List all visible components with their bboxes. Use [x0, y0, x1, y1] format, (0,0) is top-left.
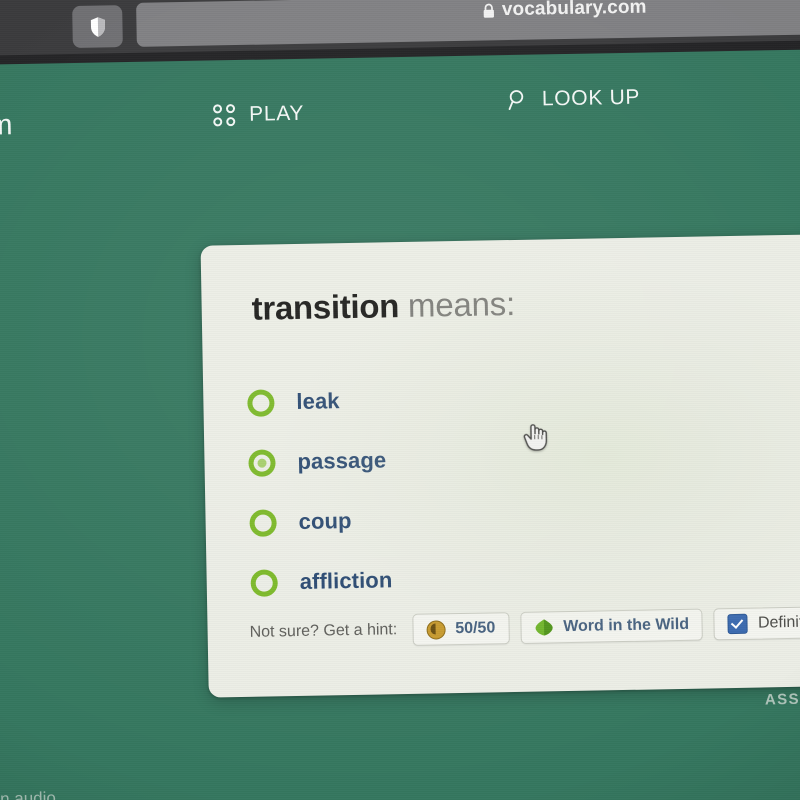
search-icon [508, 90, 524, 111]
browser-chrome: vocabulary.com [0, 0, 800, 65]
hint-label: Not sure? Get a hint: [249, 621, 398, 641]
brand-logo-fragment[interactable]: m [0, 109, 13, 142]
answer-option[interactable]: coup [249, 483, 800, 553]
shield-icon [90, 16, 105, 37]
hint-button-definition[interactable]: Definition [713, 606, 800, 641]
hint-button-label: 50/50 [455, 619, 496, 638]
answer-option-label: affliction [299, 567, 393, 594]
prompt-word: transition [251, 287, 400, 327]
pointing-hand-cursor [523, 424, 548, 451]
hint-bar: Not sure? Get a hint: 50/50 Word in the … [249, 606, 800, 649]
quiz-card: transition means: leak passage coup affl… [200, 233, 800, 698]
hint-button-word-in-the-wild[interactable]: Word in the Wild [519, 608, 704, 644]
shield-button[interactable] [72, 5, 123, 49]
checkbox-icon [727, 613, 749, 635]
browser-page: vocabulary.com m PLAY LOOK UP transition… [0, 0, 800, 800]
answer-option-label: leak [296, 388, 340, 414]
nav-play-label: PLAY [248, 101, 305, 126]
coin-icon [426, 619, 446, 640]
hint-button-label: Definition [757, 613, 800, 632]
nav-item-play[interactable]: PLAY [212, 101, 305, 128]
question-prompt: transition means: [251, 285, 515, 328]
nav-lookup-label: LOOK UP [541, 85, 641, 111]
radio-button[interactable] [250, 568, 278, 597]
url-text: vocabulary.com [501, 0, 647, 21]
lock-icon [483, 3, 494, 18]
nav-item-look-up[interactable]: LOOK UP [508, 86, 641, 112]
answer-option[interactable]: affliction [250, 543, 800, 613]
hint-button-label: Word in the Wild [563, 615, 690, 636]
screen-photo: vocabulary.com m PLAY LOOK UP transition… [0, 0, 800, 800]
radio-button-selected[interactable] [248, 448, 276, 477]
site-nav: m PLAY LOOK UP [0, 64, 800, 152]
assess-label: ASSESS [764, 690, 800, 709]
audio-label: en audio [0, 788, 57, 800]
prompt-suffix: means: [398, 284, 516, 325]
radio-button[interactable] [249, 508, 277, 537]
hint-button-fifty-fifty[interactable]: 50/50 [411, 612, 510, 646]
grid-dots-icon [212, 104, 236, 127]
radio-button[interactable] [247, 388, 275, 417]
leaf-icon [535, 619, 553, 636]
answer-option-label: coup [298, 507, 352, 534]
answer-options: leak passage coup affliction [247, 363, 800, 613]
address-bar[interactable]: vocabulary.com [136, 0, 800, 47]
answer-option-label: passage [297, 447, 387, 474]
